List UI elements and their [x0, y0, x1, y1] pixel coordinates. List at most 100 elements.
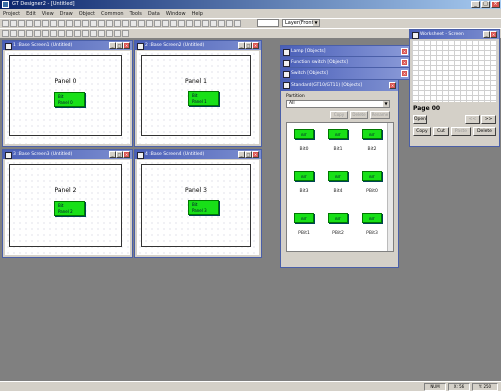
tool-d-icon[interactable] — [170, 20, 177, 27]
library-item[interactable]: BIT PBit3 — [355, 207, 389, 249]
tool-a-icon[interactable] — [146, 20, 153, 27]
maximize-icon[interactable]: □ — [116, 42, 123, 49]
open-button[interactable]: Open — [413, 115, 427, 124]
minimize-icon[interactable]: _ — [238, 42, 245, 49]
close-button[interactable]: × — [491, 1, 500, 8]
switch-icon[interactable] — [106, 30, 113, 37]
text-icon[interactable] — [10, 30, 17, 37]
partition-select[interactable]: All ▼ — [286, 100, 390, 108]
menu-view[interactable]: View — [42, 11, 54, 17]
line-icon[interactable] — [18, 30, 25, 37]
library-item[interactable]: BIT Bit4 — [321, 165, 355, 207]
bit-switch-object[interactable]: Bit Panel 2 — [54, 201, 85, 216]
delete-page-button[interactable]: Delete — [473, 127, 496, 136]
menu-common[interactable]: Common — [101, 11, 124, 17]
menu-data[interactable]: Data — [148, 11, 160, 17]
close-icon[interactable]: × — [123, 151, 130, 158]
bit-switch-object[interactable]: Bit Panel 1 — [188, 91, 219, 106]
find-icon[interactable] — [74, 20, 81, 27]
cut-icon[interactable] — [34, 20, 41, 27]
minimize-icon[interactable]: _ — [109, 151, 116, 158]
menu-edit[interactable]: Edit — [26, 11, 36, 17]
menu-help[interactable]: Help — [192, 11, 203, 17]
maximize-icon[interactable]: □ — [116, 151, 123, 158]
library-icon[interactable] — [90, 20, 97, 27]
zoom-combo[interactable] — [257, 19, 279, 27]
paste-icon[interactable] — [50, 20, 57, 27]
bit-switch-object[interactable]: Bit Panel 0 — [54, 92, 85, 107]
tool-k-icon[interactable] — [226, 20, 233, 27]
base-screen-window-1[interactable]: 1 :Base Screen1 (Untitled) _ □ × Panel 0… — [2, 40, 133, 147]
minimize-icon[interactable]: _ — [483, 31, 490, 38]
close-icon[interactable]: × — [123, 42, 130, 49]
property-icon[interactable] — [122, 20, 129, 27]
library-item[interactable]: BIT PBit1 — [287, 207, 321, 249]
close-icon[interactable]: × — [401, 48, 408, 55]
layer-select[interactable]: Layer(Front) ▼ — [282, 19, 320, 27]
library-item[interactable]: BIT Bit3 — [287, 165, 321, 207]
prev-button[interactable]: << — [465, 115, 480, 124]
tool-i-icon[interactable] — [210, 20, 217, 27]
close-icon[interactable]: × — [401, 59, 408, 66]
menu-project[interactable]: Project — [3, 11, 20, 17]
device-icon[interactable] — [130, 20, 137, 27]
tool-h-icon[interactable] — [202, 20, 209, 27]
image-icon[interactable] — [90, 30, 97, 37]
close-icon[interactable]: × — [252, 151, 259, 158]
close-icon[interactable]: × — [252, 42, 259, 49]
dot-icon[interactable] — [98, 30, 105, 37]
chevron-down-icon[interactable]: ▼ — [313, 20, 319, 26]
tool-l-icon[interactable] — [234, 20, 241, 27]
tool-f-icon[interactable] — [186, 20, 193, 27]
maximize-button[interactable]: □ — [481, 1, 490, 8]
tool-g-icon[interactable] — [194, 20, 201, 27]
maximize-icon[interactable]: □ — [245, 42, 252, 49]
print-icon[interactable] — [26, 20, 33, 27]
pie-icon[interactable] — [66, 30, 73, 37]
minimize-button[interactable]: _ — [471, 1, 480, 8]
page-panel-window[interactable]: Worksheet - Screen _ × Page 00 Open << >… — [409, 29, 500, 147]
app-icon[interactable] — [2, 1, 9, 8]
chevron-down-icon[interactable]: ▼ — [383, 101, 389, 107]
polygon-icon[interactable] — [42, 30, 49, 37]
tool-e-icon[interactable] — [178, 20, 185, 27]
library-item[interactable]: BIT PBit0 — [355, 165, 389, 207]
screen-canvas[interactable]: Panel 3 Bit Panel 3 — [137, 160, 259, 255]
close-icon[interactable]: × — [389, 82, 396, 89]
undo-icon[interactable] — [58, 20, 65, 27]
new-icon[interactable] — [2, 20, 9, 27]
select-icon[interactable] — [2, 30, 9, 37]
bit-switch-object[interactable]: Bit Panel 3 — [188, 200, 219, 215]
copy-button[interactable]: Copy — [330, 111, 348, 119]
tool-c-icon[interactable] — [162, 20, 169, 27]
base-screen-window-2[interactable]: 2 :Base Screen2 (Untitled) _ □ × Panel 1… — [134, 40, 262, 147]
menu-object[interactable]: Object — [79, 11, 95, 17]
close-icon[interactable]: × — [490, 31, 497, 38]
menu-draw[interactable]: Draw — [60, 11, 73, 17]
copy-icon[interactable] — [42, 20, 49, 27]
library-window[interactable]: Standard(GT10/GT11) [Objects] × Partitio… — [280, 79, 399, 268]
close-icon[interactable]: × — [401, 70, 408, 77]
rename-button[interactable]: Rename — [370, 111, 390, 119]
redo-icon[interactable] — [66, 20, 73, 27]
paint-icon[interactable] — [82, 30, 89, 37]
numeric-icon[interactable] — [122, 30, 129, 37]
tool-b-icon[interactable] — [154, 20, 161, 27]
menu-window[interactable]: Window — [166, 11, 186, 17]
maximize-icon[interactable]: □ — [245, 151, 252, 158]
open-icon[interactable] — [10, 20, 17, 27]
window-title-bar[interactable]: Standard(GT10/GT11) [Objects] — [281, 80, 398, 91]
circle-icon[interactable] — [50, 30, 57, 37]
library-item[interactable]: BIT Bit2 — [355, 123, 389, 165]
minimize-icon[interactable]: _ — [109, 42, 116, 49]
screen-icon[interactable] — [82, 20, 89, 27]
save-icon[interactable] — [18, 20, 25, 27]
zoom-in-icon[interactable] — [106, 20, 113, 27]
library-item[interactable]: BIT Bit1 — [321, 123, 355, 165]
library-item[interactable]: BIT PBit2 — [321, 207, 355, 249]
screen-canvas[interactable]: Panel 2 Bit Panel 2 — [5, 160, 130, 255]
menu-tools[interactable]: Tools — [130, 11, 142, 17]
lamp-icon[interactable] — [114, 30, 121, 37]
next-button[interactable]: >> — [481, 115, 496, 124]
grid-icon[interactable] — [98, 20, 105, 27]
